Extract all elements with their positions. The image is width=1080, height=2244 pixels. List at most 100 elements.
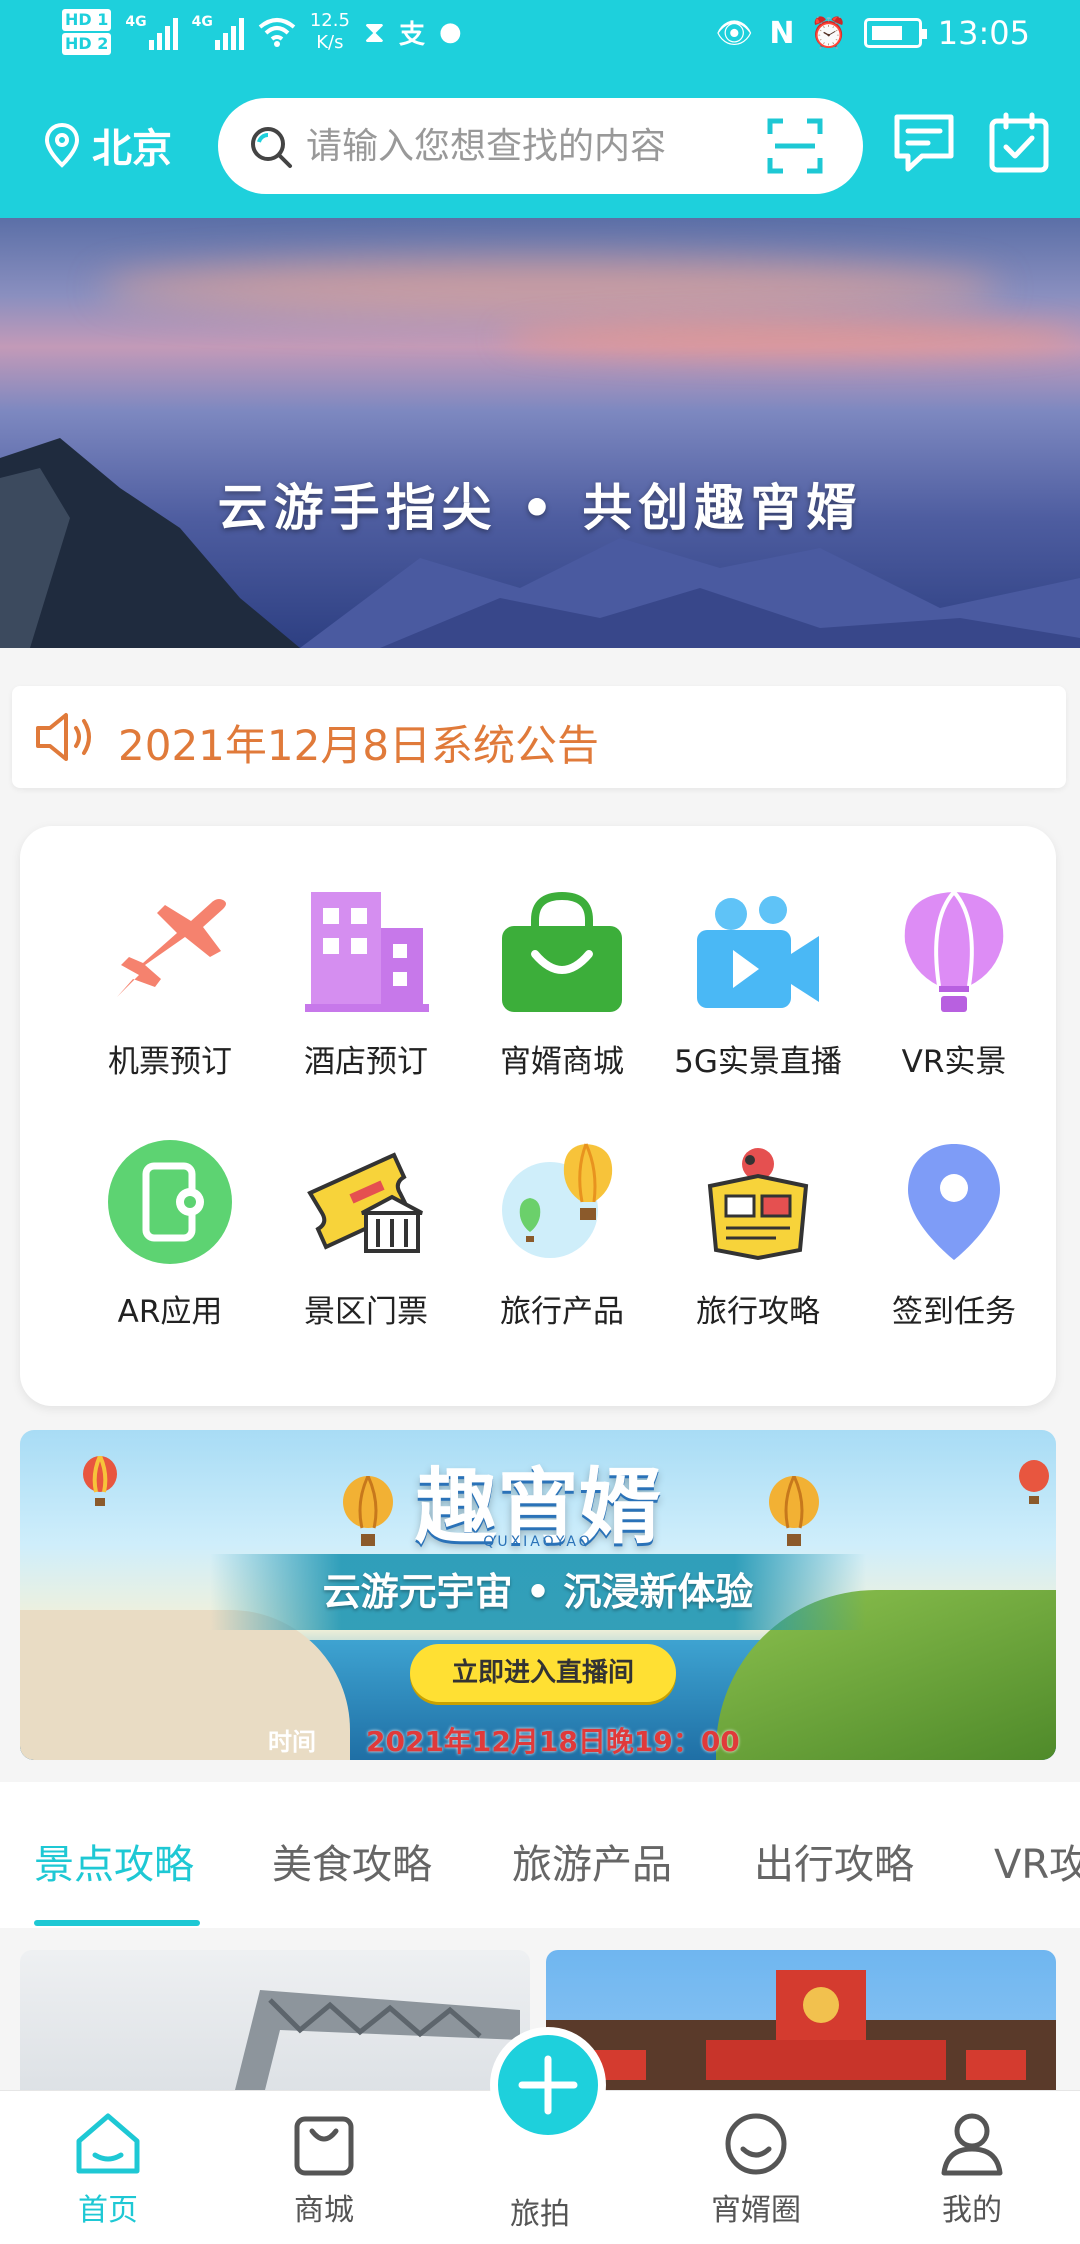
status-right: 👁 N ⏰ 13:05 bbox=[715, 14, 1030, 52]
menu-label: 酒店预订 bbox=[304, 1044, 428, 1080]
plus-icon bbox=[518, 2055, 578, 2115]
hero-banner[interactable]: 云游手指尖 • 共创趣宵婿 bbox=[0, 218, 1080, 648]
balloons-icon bbox=[502, 1143, 613, 1258]
hotel-icon bbox=[305, 892, 429, 1012]
hero-slogan: 云游手指尖 • 共创趣宵婿 bbox=[217, 478, 863, 537]
tab-scenic-guide[interactable]: 景点攻略 bbox=[34, 1832, 194, 1890]
airplane-icon bbox=[117, 899, 226, 997]
nav-mine[interactable]: 我的 bbox=[892, 2111, 1052, 2229]
status-bar: HD 1 HD 2 4G 4G 12.5 K/s ⧗ 支 ● 👁 N ⏰ 13:… bbox=[0, 0, 1080, 76]
speed-unit: K/s bbox=[316, 32, 344, 53]
announcement-bar[interactable]: 2021年12月8日系统公告 bbox=[12, 686, 1066, 788]
signal-2: 4G bbox=[192, 14, 244, 50]
menu-item-ar[interactable]: AR应用 bbox=[72, 1132, 268, 1331]
calendar-check-icon[interactable] bbox=[988, 112, 1050, 174]
nav-label: 首页 bbox=[78, 2193, 138, 2228]
menu-item-travel-guide[interactable]: 旅行攻略 bbox=[660, 1132, 856, 1331]
menu-label: 5G实景直播 bbox=[674, 1044, 842, 1080]
promo-time-label: 时间 bbox=[268, 1728, 316, 1756]
tab-vr-guide[interactable]: VR攻 bbox=[994, 1832, 1080, 1890]
nav-label: 宵婿圈 bbox=[711, 2193, 801, 2228]
clock: 13:05 bbox=[937, 14, 1030, 52]
travel-guide-icon bbox=[707, 1148, 809, 1261]
content-tabs: 景点攻略 美食攻略 旅游产品 出行攻略 VR攻 bbox=[0, 1782, 1080, 1928]
wechat-icon: ● bbox=[439, 17, 462, 47]
location-icon bbox=[44, 122, 80, 168]
menu-item-hotel[interactable]: 酒店预订 bbox=[268, 882, 464, 1081]
tab-trip-guide[interactable]: 出行攻略 bbox=[754, 1832, 914, 1890]
nav-travel-photo-button[interactable] bbox=[490, 2027, 606, 2143]
top-header: HD 1 HD 2 4G 4G 12.5 K/s ⧗ 支 ● 👁 N ⏰ 13:… bbox=[0, 0, 1080, 218]
nav-label: 旅拍 bbox=[510, 2197, 570, 2232]
network-type-2: 4G bbox=[191, 14, 213, 30]
menu-label: 旅行产品 bbox=[500, 1294, 624, 1330]
menu-item-mall[interactable]: 宵婿商城 bbox=[464, 882, 660, 1081]
announcement-text: 2021年12月8日系统公告 bbox=[118, 721, 600, 770]
sim1-label: HD 1 bbox=[62, 9, 112, 31]
wifi-icon bbox=[258, 18, 296, 47]
search-input[interactable] bbox=[306, 118, 746, 174]
sim2-label: HD 2 bbox=[62, 33, 112, 55]
ar-phone-icon bbox=[108, 1140, 232, 1264]
sim-indicator: HD 1 HD 2 bbox=[62, 8, 112, 56]
location-label: 北京 bbox=[92, 126, 172, 172]
shopping-bag-icon bbox=[294, 2116, 354, 2176]
network-type-1: 4G bbox=[125, 14, 147, 30]
user-icon bbox=[941, 2113, 1003, 2176]
tab-food-guide[interactable]: 美食攻略 bbox=[272, 1832, 432, 1890]
video-camera-icon bbox=[697, 896, 819, 1008]
hero-cloud bbox=[100, 258, 1000, 318]
menu-item-travel-products[interactable]: 旅行产品 bbox=[464, 1132, 660, 1331]
promo-subtitle: 云游元宇宙 • 沉浸新体验 bbox=[210, 1554, 866, 1630]
menu-label: 景区门票 bbox=[304, 1294, 428, 1330]
feed-card[interactable] bbox=[20, 1950, 530, 2090]
status-left: HD 1 HD 2 4G 4G 12.5 K/s ⧗ 支 ● bbox=[62, 8, 462, 56]
menu-item-live[interactable]: 5G实景直播 bbox=[660, 882, 856, 1081]
promo-title-pinyin: QUXIAOYAO bbox=[483, 1534, 593, 1550]
scan-icon[interactable] bbox=[767, 118, 823, 174]
alipay-icon: 支 bbox=[398, 19, 425, 50]
active-tab-indicator bbox=[34, 1920, 200, 1926]
speaker-icon bbox=[36, 713, 91, 761]
menu-label: AR应用 bbox=[117, 1294, 223, 1330]
quick-menu: 机票预订 酒店预订 宵婿商城 5G实景直播 VR实景 AR应用 景区门票 旅行产… bbox=[20, 826, 1056, 1406]
speed-value: 12.5 bbox=[309, 10, 350, 31]
location-selector[interactable]: 北京 bbox=[44, 116, 172, 174]
enter-live-room-button[interactable]: 立即进入直播间 bbox=[410, 1644, 676, 1702]
menu-item-flight[interactable]: 机票预订 bbox=[72, 882, 268, 1081]
bottom-navigation: 首页 商城 旅拍 宵婿圈 我的 bbox=[0, 2027, 1080, 2244]
menu-item-vr[interactable]: VR实景 bbox=[856, 882, 1052, 1081]
signal-bars-icon bbox=[148, 14, 178, 50]
signal-bars-icon bbox=[214, 14, 244, 50]
tab-travel-products[interactable]: 旅游产品 bbox=[512, 1832, 672, 1890]
shopping-bag-icon bbox=[502, 891, 622, 1012]
street-gate-image bbox=[546, 1970, 1056, 2090]
nav-mall[interactable]: 商城 bbox=[244, 2111, 404, 2229]
menu-item-checkin[interactable]: 签到任务 bbox=[856, 1132, 1052, 1331]
nav-label: 商城 bbox=[294, 2193, 354, 2228]
menu-item-ticket[interactable]: 景区门票 bbox=[268, 1132, 464, 1331]
nav-moments[interactable]: 宵婿圈 bbox=[676, 2111, 836, 2229]
home-icon bbox=[76, 2113, 140, 2174]
alarm-icon: ⏰ bbox=[810, 15, 848, 51]
feed-card[interactable] bbox=[546, 1950, 1056, 2090]
signal-1: 4G bbox=[125, 14, 178, 50]
eye-icon: 👁 bbox=[715, 15, 754, 51]
ticket-icon bbox=[307, 1152, 423, 1253]
promo-time: 2021年12月18日晚19：00 bbox=[366, 1725, 740, 1758]
search-bar[interactable] bbox=[218, 98, 863, 194]
promo-banner[interactable]: 趣宵婿 QUXIAOYAO 云游元宇宙 • 沉浸新体验 立即进入直播间 时间 2… bbox=[20, 1430, 1056, 1760]
battery-icon bbox=[863, 18, 927, 48]
smile-icon bbox=[725, 2113, 787, 2175]
hero-cloud bbox=[500, 318, 1080, 358]
nav-home[interactable]: 首页 bbox=[28, 2111, 188, 2229]
hourglass-icon: ⧗ bbox=[363, 14, 385, 50]
nfc-icon: N bbox=[769, 15, 795, 51]
search-icon bbox=[251, 127, 292, 168]
network-speed: 12.5 K/s bbox=[310, 10, 350, 54]
menu-label: 宵婿商城 bbox=[500, 1044, 624, 1080]
menu-label: VR实景 bbox=[901, 1044, 1007, 1080]
hot-air-balloon-icon bbox=[904, 890, 1004, 1012]
bridge-image bbox=[235, 1990, 520, 2090]
message-icon[interactable] bbox=[892, 112, 956, 174]
